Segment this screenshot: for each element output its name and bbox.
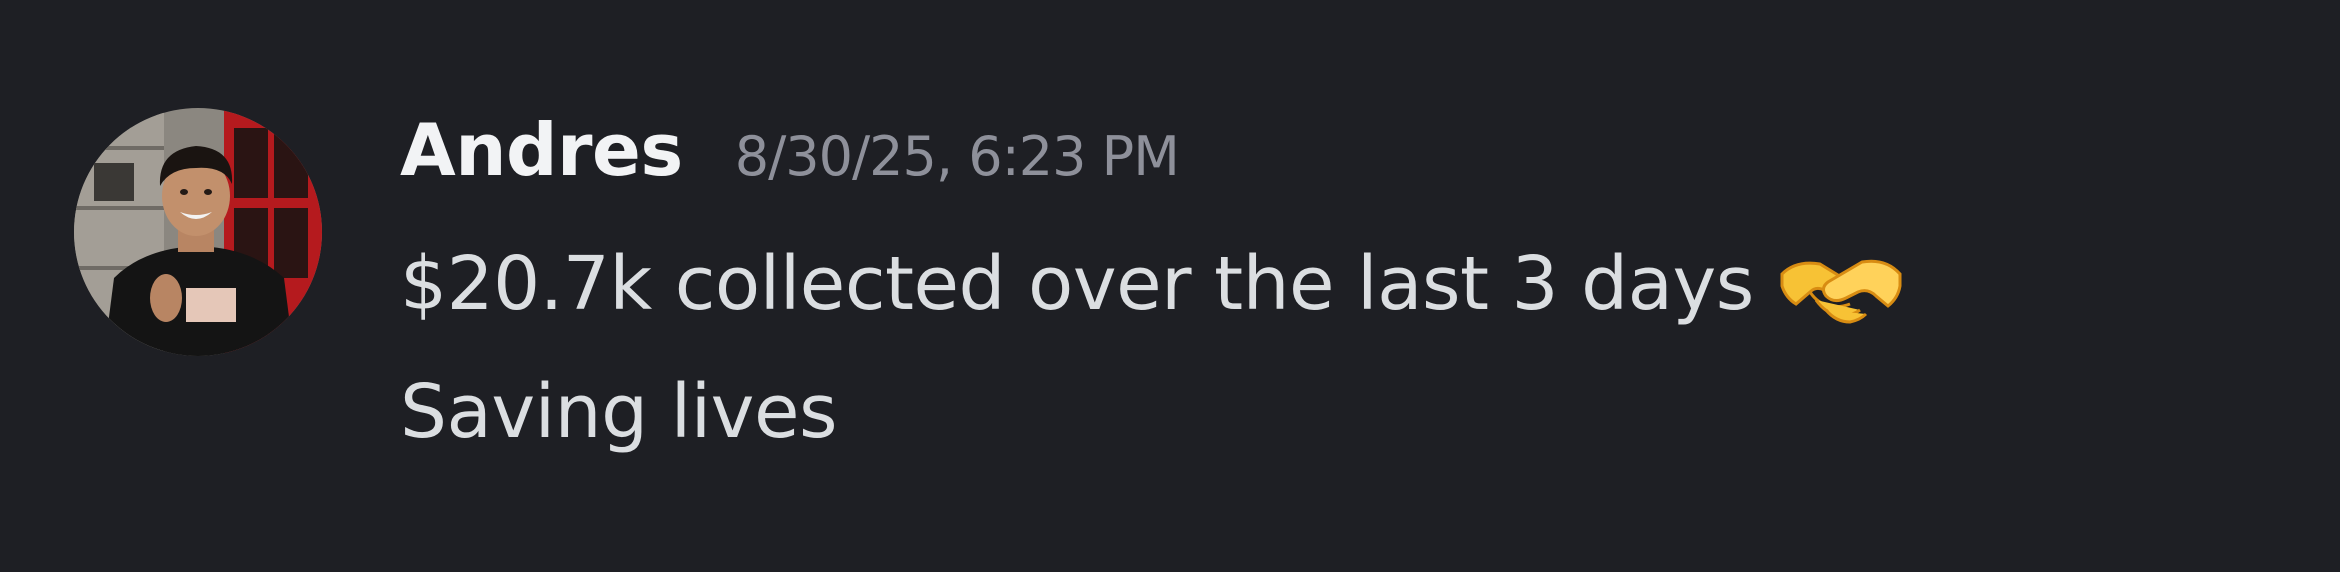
user-avatar[interactable] xyxy=(74,108,322,356)
message-text: Saving lives xyxy=(400,369,838,455)
message-line-2: Saving lives xyxy=(400,348,2300,476)
message-content: Andres 8/30/25, 6:23 PM $20.7k collected… xyxy=(400,108,2300,476)
message-header: Andres 8/30/25, 6:23 PM xyxy=(400,108,2300,210)
message-text: $20.7k collected over the last 3 days xyxy=(400,241,1754,327)
timestamp: 8/30/25, 6:23 PM xyxy=(734,125,1180,188)
avatar-photo-icon xyxy=(74,108,322,356)
handshake-emoji-icon[interactable] xyxy=(1776,234,1906,330)
message-line-1: $20.7k collected over the last 3 days xyxy=(400,220,2300,348)
chat-message: Andres 8/30/25, 6:23 PM $20.7k collected… xyxy=(0,0,2340,572)
username[interactable]: Andres xyxy=(400,108,683,192)
